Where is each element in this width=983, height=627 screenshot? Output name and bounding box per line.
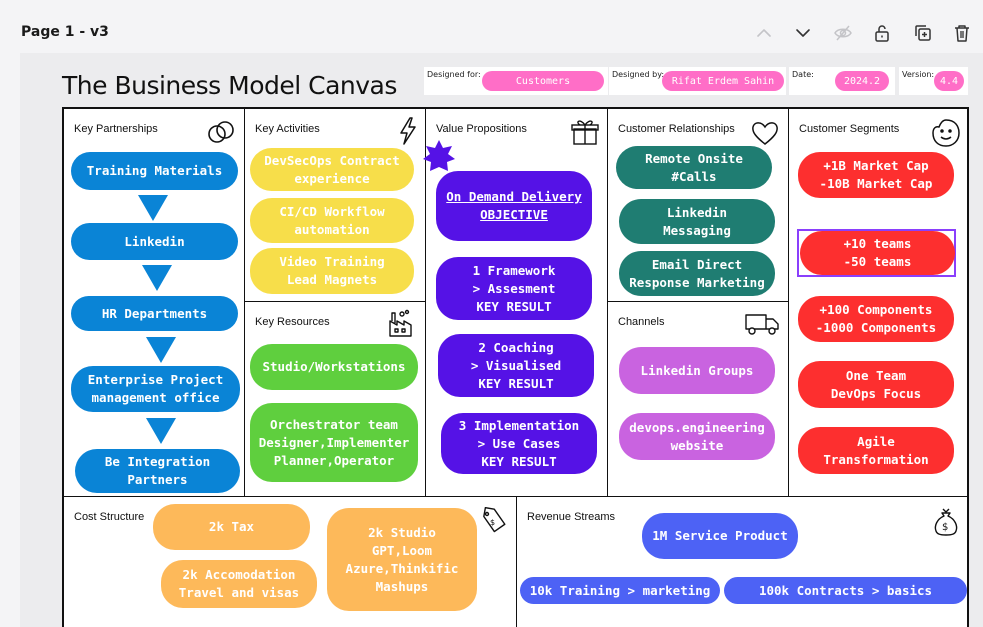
key-partnerships-title: Key Partnerships — [74, 123, 158, 135]
date-value[interactable]: 2024.2 — [835, 71, 889, 91]
customer-relationships-title: Customer Relationships — [618, 123, 735, 135]
svg-text:$: $ — [490, 518, 495, 527]
segment-one-team[interactable]: One Team DevOps Focus — [798, 361, 954, 408]
star-badge-icon — [423, 140, 455, 171]
resource-studio[interactable]: Studio/Workstations — [250, 344, 418, 390]
key-resources-title: Key Resources — [255, 316, 330, 328]
segment-components[interactable]: +100 Components -1000 Components — [798, 296, 954, 342]
revenue-training[interactable]: 10k Training > marketing — [520, 577, 720, 604]
partner-integration[interactable]: Be Integration Partners — [75, 449, 240, 493]
frame-toolbar: Page 1 - v3 — [0, 0, 983, 52]
version-value[interactable]: 4.4 — [934, 71, 964, 91]
partner-enterprise-pmo[interactable]: Enterprise Project management office — [71, 366, 240, 412]
segment-agile[interactable]: Agile Transformation — [798, 427, 954, 474]
version-box[interactable]: Version: 4.4 — [899, 67, 968, 95]
relationship-linkedin-messaging[interactable]: Linkedin Messaging — [619, 199, 775, 244]
channels-title: Channels — [618, 316, 665, 328]
value-implementation[interactable]: 3 Implementation > Use Cases KEY RESULT — [441, 413, 597, 474]
board-frame[interactable]: The Business Model Canvas Designed for: … — [20, 53, 983, 627]
link-icon — [208, 121, 234, 143]
designed-for-box[interactable]: Designed for: Customers — [424, 67, 608, 95]
arrow-down-icon — [146, 337, 176, 363]
resource-orchestrator-team[interactable]: Orchestrator team Designer,Implementer P… — [250, 403, 418, 482]
channels-cell: Channels Linkedin Groups devops.engineer… — [608, 302, 789, 497]
revenue-streams-title: Revenue Streams — [527, 511, 616, 523]
cost-structure-cell: Cost Structure $ 2k Tax 2k Studio GPT,Lo… — [64, 497, 517, 627]
channel-devops-website[interactable]: devops.engineering website — [619, 413, 775, 460]
partner-training-materials[interactable]: Training Materials — [71, 152, 238, 190]
designed-by-label: Designed by: — [612, 70, 665, 79]
factory-icon — [389, 309, 412, 337]
partner-linkedin[interactable]: Linkedin — [71, 223, 238, 260]
key-resources-cell: Key Resources Studio/Workstations Orches… — [245, 302, 426, 497]
cost-accommodation[interactable]: 2k Accomodation Travel and visas — [161, 560, 317, 608]
customer-segments-title: Customer Segments — [799, 123, 900, 135]
partner-hr-departments[interactable]: HR Departments — [71, 296, 238, 331]
relationship-remote-onsite[interactable]: Remote Onsite #Calls — [616, 146, 772, 189]
revenue-service-product[interactable]: 1M Service Product — [642, 513, 798, 559]
revenue-streams-cell: Revenue Streams $ 1M Service Product 10k… — [517, 497, 969, 627]
arrow-down-icon — [146, 418, 176, 444]
customer-segments-cell: Customer Segments +1B Market Cap -10B Ma… — [789, 109, 969, 497]
value-on-demand-delivery[interactable]: On Demand Delivery OBJECTIVE — [436, 171, 592, 241]
heart-icon — [752, 122, 778, 145]
key-activities-title: Key Activities — [255, 123, 320, 135]
truck-icon — [745, 314, 779, 335]
eye-off-icon[interactable] — [832, 22, 854, 44]
business-model-canvas: Key Partnerships Training Materials Link… — [62, 107, 969, 627]
cost-structure-title: Cost Structure — [74, 511, 145, 523]
key-activities-cell: Key Activities DevSecOps Contract experi… — [245, 109, 426, 302]
chevron-down-icon[interactable] — [792, 22, 814, 44]
designed-for-label: Designed for: — [427, 70, 481, 79]
money-bag-icon: $ — [934, 508, 958, 536]
value-coaching[interactable]: 2 Coaching > Visualised KEY RESULT — [438, 334, 594, 397]
arrow-down-icon — [138, 195, 168, 221]
svg-text:$: $ — [942, 522, 948, 533]
lightning-icon — [400, 117, 416, 145]
designed-by-value[interactable]: Rifat Erdem Sahin — [662, 71, 784, 91]
activity-devsecops[interactable]: DevSecOps Contract experience — [250, 148, 414, 191]
designed-by-box[interactable]: Designed by: Rifat Erdem Sahin — [609, 67, 786, 95]
date-box[interactable]: Date: 2024.2 — [789, 67, 895, 95]
value-framework[interactable]: 1 Framework > Assesment KEY RESULT — [436, 257, 592, 320]
canvas-title[interactable]: The Business Model Canvas — [62, 71, 397, 100]
value-propositions-title: Value Propositions — [436, 123, 527, 135]
activity-cicd[interactable]: CI/CD Workflow automation — [250, 198, 414, 243]
channel-linkedin-groups[interactable]: Linkedin Groups — [619, 347, 775, 394]
version-label: Version: — [902, 70, 935, 79]
cost-studio[interactable]: 2k Studio GPT,Loom Azure,Thinkific Mashu… — [327, 508, 477, 611]
trash-icon[interactable] — [951, 22, 973, 44]
duplicate-icon[interactable] — [912, 22, 934, 44]
cost-tax[interactable]: 2k Tax — [153, 504, 310, 550]
activity-video-training[interactable]: Video Training Lead Magnets — [250, 248, 414, 294]
value-propositions-cell: Value Propositions On Demand Delivery OB… — [423, 109, 608, 497]
key-partnerships-cell: Key Partnerships Training Materials Link… — [64, 109, 245, 497]
revenue-contracts[interactable]: 100k Contracts > basics — [724, 577, 967, 604]
page-label[interactable]: Page 1 - v3 — [21, 24, 109, 40]
unlock-icon[interactable] — [871, 22, 893, 44]
segment-market-cap[interactable]: +1B Market Cap -10B Market Cap — [798, 152, 954, 198]
customer-relationships-cell: Customer Relationships Remote Onsite #Ca… — [608, 109, 789, 302]
date-label: Date: — [792, 70, 814, 79]
relationship-email-direct[interactable]: Email Direct Response Marketing — [619, 251, 775, 296]
gift-icon — [571, 120, 599, 145]
segment-teams[interactable]: +10 teams -50 teams — [800, 231, 955, 275]
face-icon — [932, 119, 960, 147]
designed-for-value[interactable]: Customers — [482, 71, 604, 91]
arrow-down-icon — [142, 265, 172, 291]
chevron-up-icon[interactable] — [753, 22, 775, 44]
price-tag-icon: $ — [483, 507, 506, 533]
